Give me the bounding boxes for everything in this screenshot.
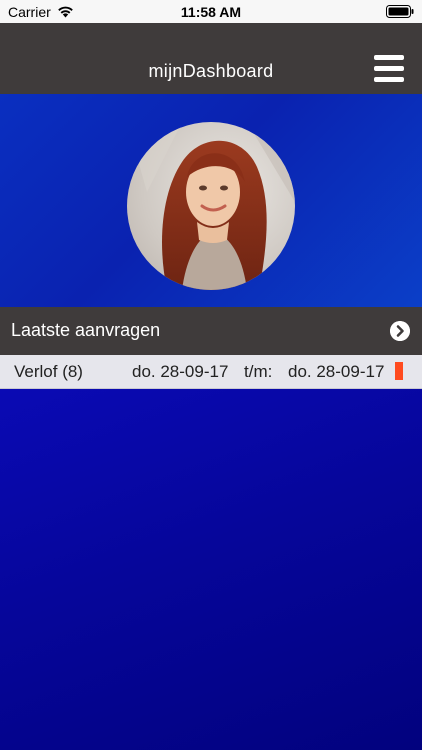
request-type: Verlof (8): [14, 362, 83, 381]
list-item[interactable]: Verlof (8) do. 28-09-17 t/m: do. 28-09-1…: [0, 355, 422, 389]
chevron-right-icon[interactable]: [390, 321, 410, 341]
request-end-date: do. 28-09-17: [288, 362, 385, 381]
latest-requests-header[interactable]: Laatste aanvragen: [0, 307, 422, 355]
status-indicator: [395, 362, 403, 380]
battery-icon: [386, 5, 414, 18]
hamburger-menu-icon[interactable]: [374, 55, 404, 83]
profile-header: [0, 94, 422, 307]
profile-photo: [127, 122, 295, 290]
section-title: Laatste aanvragen: [11, 320, 161, 340]
status-bar: Carrier 11:58 AM: [0, 0, 422, 23]
avatar[interactable]: [127, 122, 295, 290]
navigation-bar: mijnDashboard: [0, 23, 422, 94]
date-range-separator: t/m:: [244, 362, 273, 381]
clock: 11:58 AM: [180, 4, 242, 20]
request-start-date: do. 28-09-17: [132, 362, 229, 381]
page-title: mijnDashboard: [148, 61, 274, 81]
main-background: [0, 389, 422, 750]
